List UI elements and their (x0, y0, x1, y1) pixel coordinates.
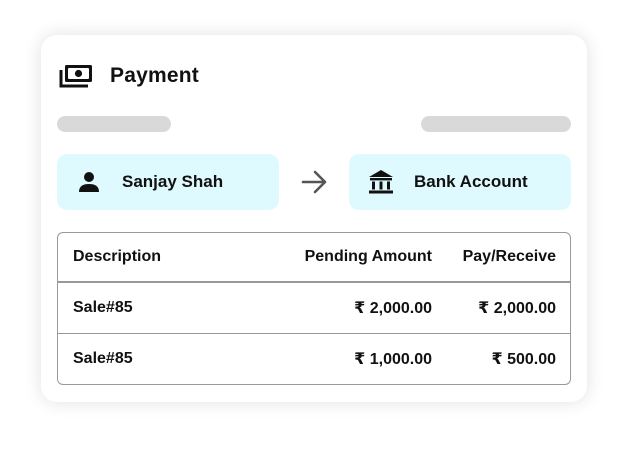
bank-icon (368, 169, 394, 195)
money-icon (58, 62, 94, 90)
payee-chip[interactable]: Bank Account (349, 154, 571, 210)
row-description: Sale#85 (73, 299, 133, 316)
payment-card: Payment Sanjay Shah Bank Account Descrip… (41, 35, 587, 402)
row-pay-receive: ₹ 2,000.00 (478, 300, 556, 317)
column-header-pending-amount: Pending Amount (304, 248, 432, 265)
payment-table: Description Pending Amount Pay/Receive S… (57, 232, 571, 385)
arrow-right-icon (301, 169, 329, 195)
card-header: Payment (58, 62, 199, 90)
row-pending-amount: ₹ 1,000.00 (354, 351, 432, 368)
table-header: Description Pending Amount Pay/Receive (57, 232, 571, 282)
column-header-pay-receive: Pay/Receive (462, 248, 556, 265)
table-row[interactable]: Sale#85 ₹ 1,000.00 ₹ 500.00 (58, 333, 570, 384)
row-pay-receive: ₹ 500.00 (491, 351, 556, 368)
payer-chip[interactable]: Sanjay Shah (57, 154, 279, 210)
row-description: Sale#85 (73, 350, 133, 367)
row-pending-amount: ₹ 2,000.00 (354, 300, 432, 317)
loading-placeholder-left (57, 116, 171, 132)
payee-name: Bank Account (414, 172, 528, 191)
payer-name: Sanjay Shah (122, 172, 224, 191)
page-title: Payment (110, 64, 199, 87)
table-body: Sale#85 ₹ 2,000.00 ₹ 2,000.00 Sale#85 ₹ … (57, 282, 571, 385)
table-row[interactable]: Sale#85 ₹ 2,000.00 ₹ 2,000.00 (58, 282, 570, 333)
column-header-description: Description (73, 248, 162, 265)
loading-placeholder-right (421, 116, 571, 132)
person-icon (76, 169, 102, 195)
